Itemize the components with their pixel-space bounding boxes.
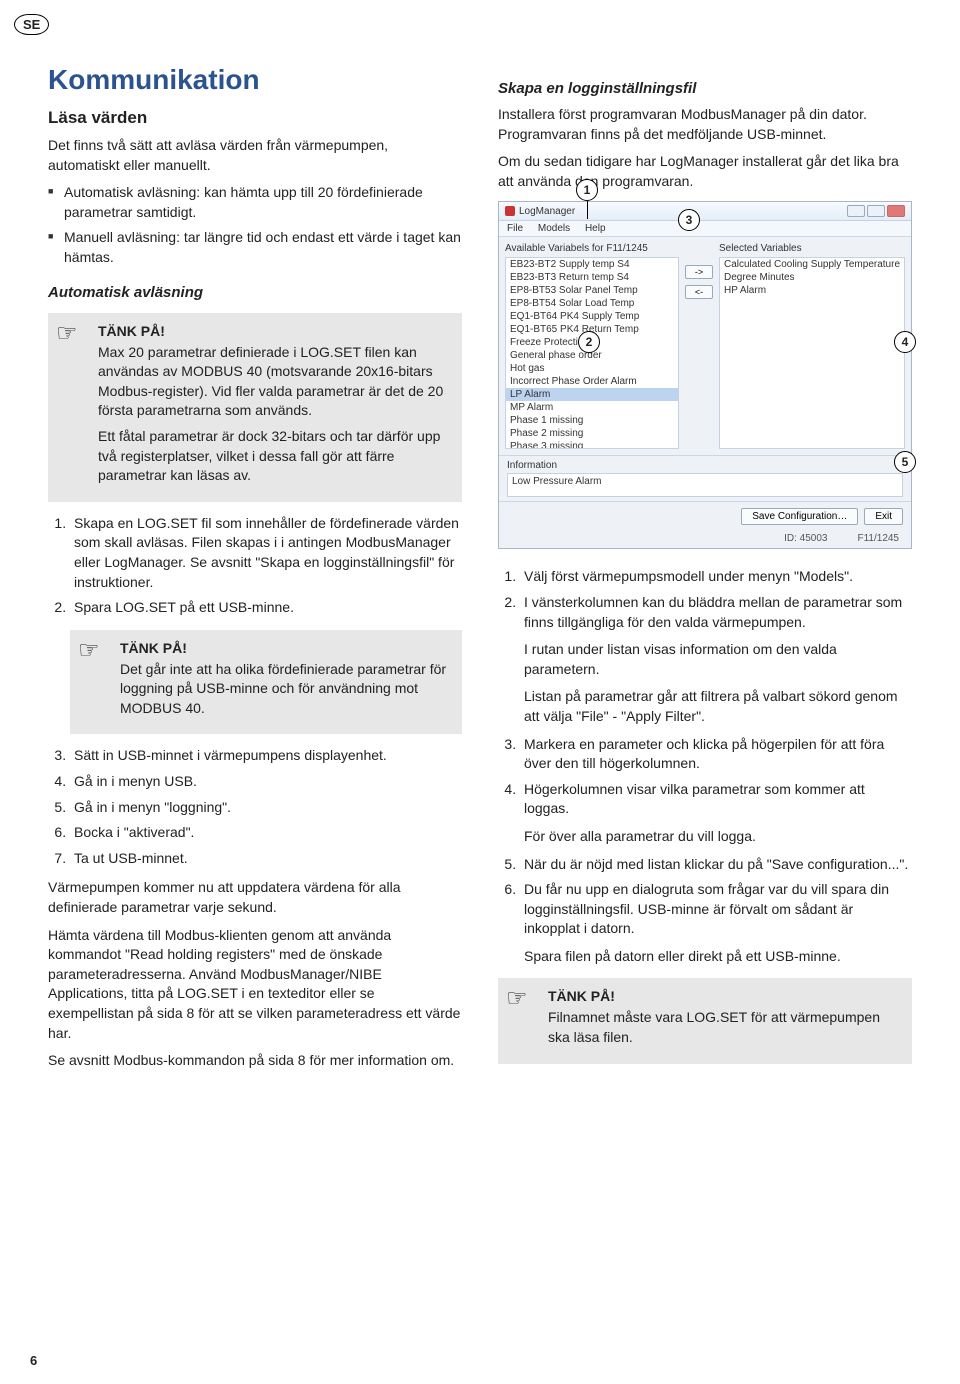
menu-file[interactable]: File xyxy=(507,223,523,234)
minimize-button[interactable] xyxy=(847,205,865,217)
step-6: Bocka i "aktiverad". xyxy=(70,823,462,843)
note2-title: TÄNK PÅ! xyxy=(120,640,450,656)
list-item[interactable]: Calculated Cooling Supply Temperature xyxy=(720,258,904,271)
selected-list[interactable]: Calculated Cooling Supply Temperature De… xyxy=(719,257,905,449)
bullet-manual: Manuell avläsning: tar längre tid och en… xyxy=(48,228,462,267)
hand-icon: ☞ xyxy=(56,319,78,348)
callout-5: 5 xyxy=(894,451,916,473)
rstep-1: Välj först värmepumpsmodell under menyn … xyxy=(520,567,912,587)
note-box-3: ☞ TÄNK PÅ! Filnamnet måste vara LOG.SET … xyxy=(498,978,912,1063)
exit-button[interactable]: Exit xyxy=(864,508,903,525)
note3-title: TÄNK PÅ! xyxy=(548,988,900,1004)
note-box-2: ☞ TÄNK PÅ! Det går inte att ha olika för… xyxy=(70,630,462,735)
close-button[interactable] xyxy=(887,205,905,217)
list-item[interactable]: EP8-BT53 Solar Panel Temp xyxy=(506,284,678,297)
hand-icon: ☞ xyxy=(506,984,528,1013)
list-item[interactable]: Phase 2 missing xyxy=(506,427,678,440)
step-2: Spara LOG.SET på ett USB-minne. xyxy=(70,598,462,618)
right-p1: Installera först programvaran ModbusMana… xyxy=(498,105,912,144)
list-item[interactable]: Degree Minutes xyxy=(720,271,904,284)
step-3: Sätt in USB-minnet i värmepumpens displa… xyxy=(70,746,462,766)
menu-models[interactable]: Models xyxy=(538,223,570,234)
callout-1: 1 xyxy=(576,179,598,201)
rstep-6-p: Spara filen på datorn eller direkt på et… xyxy=(524,947,912,967)
rstep-2-text: I vänsterkolumnen kan du bläddra mellan … xyxy=(524,594,902,630)
info-box: Low Pressure Alarm xyxy=(507,473,903,497)
rstep-4-text: Högerkolumnen visar vilka parametrar som… xyxy=(524,781,865,817)
move-right-button[interactable]: -> xyxy=(685,265,713,279)
available-list[interactable]: EB23-BT2 Supply temp S4 EB23-BT3 Return … xyxy=(505,257,679,449)
list-item-selected[interactable]: LP Alarm xyxy=(506,388,678,401)
list-item[interactable]: Hot gas xyxy=(506,362,678,375)
rstep-3: Markera en parameter och klicka på höger… xyxy=(520,735,912,774)
step-1: Skapa en LOG.SET fil som innehåller de f… xyxy=(70,514,462,592)
heading-automatic: Automatisk avläsning xyxy=(48,284,462,301)
hand-icon: ☞ xyxy=(78,636,100,665)
heading-create-logfile: Skapa en logginställningsfil xyxy=(498,80,912,97)
rstep-4-p: För över alla parametrar du vill logga. xyxy=(524,827,912,847)
intro-paragraph: Det finns två sätt att avläsa värden frå… xyxy=(48,136,462,175)
list-item[interactable]: EB23-BT3 Return temp S4 xyxy=(506,271,678,284)
page-title: Kommunikation xyxy=(48,64,462,96)
list-item[interactable]: EP8-BT54 Solar Load Temp xyxy=(506,297,678,310)
list-item[interactable]: EB23-BT2 Supply temp S4 xyxy=(506,258,678,271)
rstep-2: I vänsterkolumnen kan du bläddra mellan … xyxy=(520,593,912,727)
rstep-4: Högerkolumnen visar vilka parametrar som… xyxy=(520,780,912,847)
note1-title: TÄNK PÅ! xyxy=(98,323,450,339)
status-model: F11/1245 xyxy=(857,533,899,544)
step-5: Gå in i menyn "loggning". xyxy=(70,798,462,818)
note3-p: Filnamnet måste vara LOG.SET för att vär… xyxy=(548,1008,900,1047)
list-item[interactable]: HP Alarm xyxy=(720,284,904,297)
step-4: Gå in i menyn USB. xyxy=(70,772,462,792)
app-icon xyxy=(505,206,515,216)
note1-p2: Ett fåtal parametrar är dock 32-bitars o… xyxy=(98,427,450,486)
language-badge: SE xyxy=(14,14,49,35)
para-seealso: Se avsnitt Modbus-kommandon på sida 8 fö… xyxy=(48,1051,462,1071)
right-p2: Om du sedan tidigare har LogManager inst… xyxy=(498,152,912,191)
para-fetch: Hämta värdena till Modbus-klienten genom… xyxy=(48,926,462,1044)
note-box-1: ☞ TÄNK PÅ! Max 20 parametrar definierade… xyxy=(48,313,462,502)
subheading-read-values: Läsa värden xyxy=(48,108,462,128)
step-7: Ta ut USB-minnet. xyxy=(70,849,462,869)
left-column: Kommunikation Läsa värden Det finns två … xyxy=(48,64,462,1079)
rstep-6-text: Du får nu upp en dialogruta som frågar v… xyxy=(524,881,889,936)
rstep-2-p2: Listan på parametrar går att filtrera på… xyxy=(524,687,912,726)
app-window: LogManager File Models Help xyxy=(498,201,912,549)
rstep-6: Du får nu upp en dialogruta som frågar v… xyxy=(520,880,912,966)
move-left-button[interactable]: <- xyxy=(685,285,713,299)
list-item[interactable]: MP Alarm xyxy=(506,401,678,414)
rstep-2-p1: I rutan under listan visas information o… xyxy=(524,640,912,679)
maximize-button[interactable] xyxy=(867,205,885,217)
right-column: Skapa en logginställningsfil Installera … xyxy=(498,64,912,1079)
menu-help[interactable]: Help xyxy=(585,223,606,234)
para-update: Värmepumpen kommer nu att uppdatera värd… xyxy=(48,878,462,917)
callout-4: 4 xyxy=(894,331,916,353)
available-label: Available Variabels for F11/1245 xyxy=(505,243,679,254)
list-item[interactable]: EQ1-BT64 PK4 Supply Temp xyxy=(506,310,678,323)
page-number: 6 xyxy=(30,1353,37,1368)
list-item[interactable]: Phase 3 missing xyxy=(506,440,678,449)
save-config-button[interactable]: Save Configuration… xyxy=(741,508,858,525)
selected-label: Selected Variables xyxy=(719,243,905,254)
note2-p: Det går inte att ha olika fördefinierade… xyxy=(120,660,450,719)
bullet-auto: Automatisk avläsning: kan hämta upp till… xyxy=(48,183,462,222)
list-item[interactable]: Phase 1 missing xyxy=(506,414,678,427)
rstep-5: När du är nöjd med listan klickar du på … xyxy=(520,855,912,875)
app-title: LogManager xyxy=(519,206,575,217)
info-label: Information xyxy=(507,460,903,471)
logmanager-screenshot: 1 2 3 4 5 LogManager xyxy=(498,201,912,549)
app-menubar: File Models Help xyxy=(499,221,911,237)
note1-p1: Max 20 parametrar definierade i LOG.SET … xyxy=(98,343,450,421)
app-titlebar: LogManager xyxy=(499,202,911,221)
status-id: ID: 45003 xyxy=(784,533,827,544)
list-item[interactable]: Incorrect Phase Order Alarm xyxy=(506,375,678,388)
